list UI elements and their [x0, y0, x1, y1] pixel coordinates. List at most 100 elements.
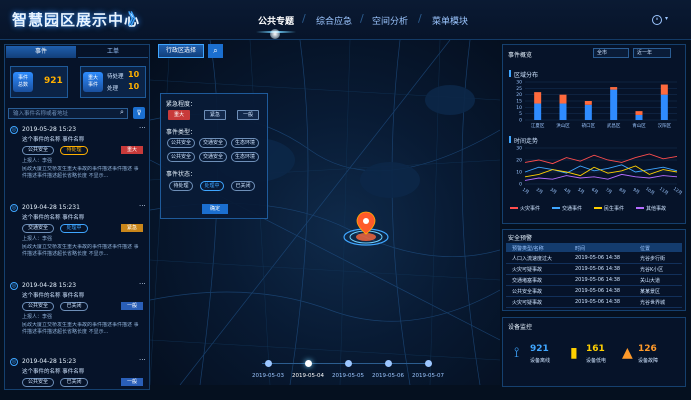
warning-location: 某某景区 — [640, 289, 661, 295]
timeline-date[interactable]: 2019-05-03 — [252, 373, 284, 379]
bar — [635, 114, 643, 120]
type-traffic-option-2[interactable]: 交通安全 — [199, 152, 227, 162]
event-level-badge: 一般 — [121, 378, 143, 386]
device-count: 921 — [530, 344, 549, 354]
event-description: 民政大厦立交桥发生重大事故的事件描述事件描述 事件描述事件描述超长省略长度 不显… — [22, 166, 139, 179]
tab-events[interactable]: 事件 — [6, 46, 76, 58]
event-level-badge: 重大 — [121, 146, 143, 154]
nav-separator: / — [418, 12, 422, 25]
tab-workorders[interactable]: 工单 — [78, 46, 148, 58]
event-title[interactable]: 这个事件的名称 事件名称 — [22, 291, 84, 299]
type-eco-option-2[interactable]: 生态环境 — [231, 152, 259, 162]
series-line — [524, 153, 678, 165]
timeline-date[interactable]: 2019-05-06 — [372, 373, 404, 379]
urgency-urgent-option[interactable]: 紧急 — [204, 110, 226, 120]
urgency-title: 紧急程度： — [166, 101, 197, 108]
nav-tab-emergency[interactable]: 综合应急 — [316, 14, 352, 27]
section-marker — [509, 70, 511, 77]
type-traffic-option[interactable]: 交通安全 — [199, 138, 227, 148]
warning-time: 2019-05-06 14:38 — [575, 288, 621, 294]
bar — [610, 89, 618, 120]
warning-type: 人口入流速度过大 — [512, 256, 553, 262]
event-level-badge: 一般 — [121, 302, 143, 310]
y-tick-label: 10 — [516, 170, 522, 176]
warning-type: 交通堵塞事故 — [512, 278, 543, 284]
legend-label: 其他事故 — [646, 206, 667, 212]
city-select[interactable]: 全市 — [593, 48, 629, 58]
warning-location: 光谷步行街 — [640, 256, 666, 262]
device-label: 设备离线 — [530, 358, 551, 364]
event-search-input[interactable]: 输入事件名称或者地址 — [8, 108, 128, 119]
event-total-value: 921 — [44, 76, 63, 86]
timeline-date[interactable]: 2019-05-07 — [412, 373, 444, 379]
user-icon[interactable]: ⚬ — [652, 15, 662, 25]
district-bar-chart: 051015202530 江夏区 洪山区 硚口区 武昌区 青山区 汉阳区 — [516, 80, 677, 129]
device-count: 126 — [638, 344, 657, 354]
nav-tab-spatial[interactable]: 空间分析 — [372, 14, 408, 27]
type-eco-option[interactable]: 生态环境 — [231, 138, 259, 148]
urgency-normal-option[interactable]: 一般 — [237, 110, 259, 120]
status-processing-option[interactable]: 处理中 — [200, 181, 224, 191]
event-title[interactable]: 这个事件的名称 事件名称 — [22, 213, 84, 221]
event-status-tag: 处理中 — [60, 224, 88, 233]
x-tick-label: 1月 — [521, 187, 530, 196]
status-title: 事件状态： — [166, 171, 197, 178]
trend-line-chart: 0 10 20 30 1月 2月 3月 4月 5月 6月 7月 8月 9月 10月 11月 12月 — [516, 146, 683, 197]
more-options-icon[interactable]: ··· — [139, 202, 146, 210]
y-tick-label: 15 — [516, 99, 522, 105]
x-tick-label: 武昌区 — [607, 122, 621, 129]
event-description: 民政大厦立交桥发生重大事故的事件描述事件描述 事件描述事件描述超长省略长度 不显… — [22, 244, 139, 257]
chevron-down-icon[interactable]: ▾ — [665, 15, 668, 22]
event-category-tag: 公共安全 — [22, 146, 54, 155]
warning-icon: ▲ — [622, 345, 633, 361]
y-tick-label: 30 — [516, 80, 522, 86]
urgency-major-option[interactable]: 重大 — [168, 110, 190, 120]
done-value: 10 — [128, 82, 140, 91]
more-options-icon[interactable]: ··· — [139, 280, 146, 288]
status-closed-option[interactable]: 已关闭 — [231, 181, 255, 191]
event-reporter: 上报人：李强 — [22, 236, 53, 242]
x-tick-label: 2月 — [535, 187, 544, 196]
x-tick-label: 12月 — [672, 186, 683, 196]
confirm-button[interactable]: 确定 — [202, 204, 228, 214]
more-options-icon[interactable]: ··· — [139, 124, 146, 132]
map-search-button[interactable]: ⌕ — [208, 44, 223, 58]
timeline-dot[interactable] — [425, 360, 432, 367]
y-tick-label: 20 — [516, 158, 522, 164]
device-title: 设备监控 — [508, 324, 533, 331]
bar — [534, 92, 542, 104]
legend-label: 火灾事件 — [520, 206, 541, 212]
event-type-icon: ◎ — [10, 126, 18, 134]
timeline-dot[interactable] — [305, 360, 312, 367]
timeline-date[interactable]: 2019-05-04 — [292, 373, 324, 379]
nav-separator: / — [360, 12, 364, 25]
legend-swatch — [594, 207, 602, 209]
type-public-option-2[interactable]: 公共安全 — [167, 152, 195, 162]
nav-active-glow — [270, 29, 280, 39]
event-title[interactable]: 这个事件的名称 事件名称 — [22, 135, 84, 143]
timeline-dot[interactable] — [265, 360, 272, 367]
y-tick-label: 30 — [516, 146, 522, 152]
district-select-button[interactable]: 行政区选择 — [158, 44, 204, 58]
event-title[interactable]: 这个事件的名称 事件名称 — [22, 367, 84, 375]
search-icon[interactable]: ⌕ — [120, 108, 124, 117]
status-pending-option[interactable]: 待处理 — [169, 181, 193, 191]
x-tick-label: 汉阳区 — [658, 122, 672, 129]
range-select[interactable]: 近一年 — [633, 48, 671, 58]
warning-time: 2019-05-06 14:38 — [575, 255, 621, 261]
event-status-tag: 待处理 — [60, 146, 88, 155]
done-label: 处理 — [107, 86, 119, 92]
timeline-dot[interactable] — [345, 360, 352, 367]
overview-title: 事件概览 — [508, 52, 533, 59]
type-public-option[interactable]: 公共安全 — [167, 138, 195, 148]
timeline-dot[interactable] — [385, 360, 392, 367]
timeline-date[interactable]: 2019-05-05 — [332, 373, 364, 379]
event-level-badge: 紧急 — [121, 224, 143, 232]
device-label: 设备故障 — [638, 358, 659, 364]
x-tick-label: 青山区 — [632, 122, 646, 129]
filter-button[interactable]: ⊽ — [133, 107, 145, 119]
nav-tab-menu[interactable]: 菜单模块 — [432, 14, 468, 27]
more-options-icon[interactable]: ··· — [139, 356, 146, 364]
bar — [635, 111, 643, 115]
nav-tab-public[interactable]: 公共专题 — [258, 14, 294, 27]
